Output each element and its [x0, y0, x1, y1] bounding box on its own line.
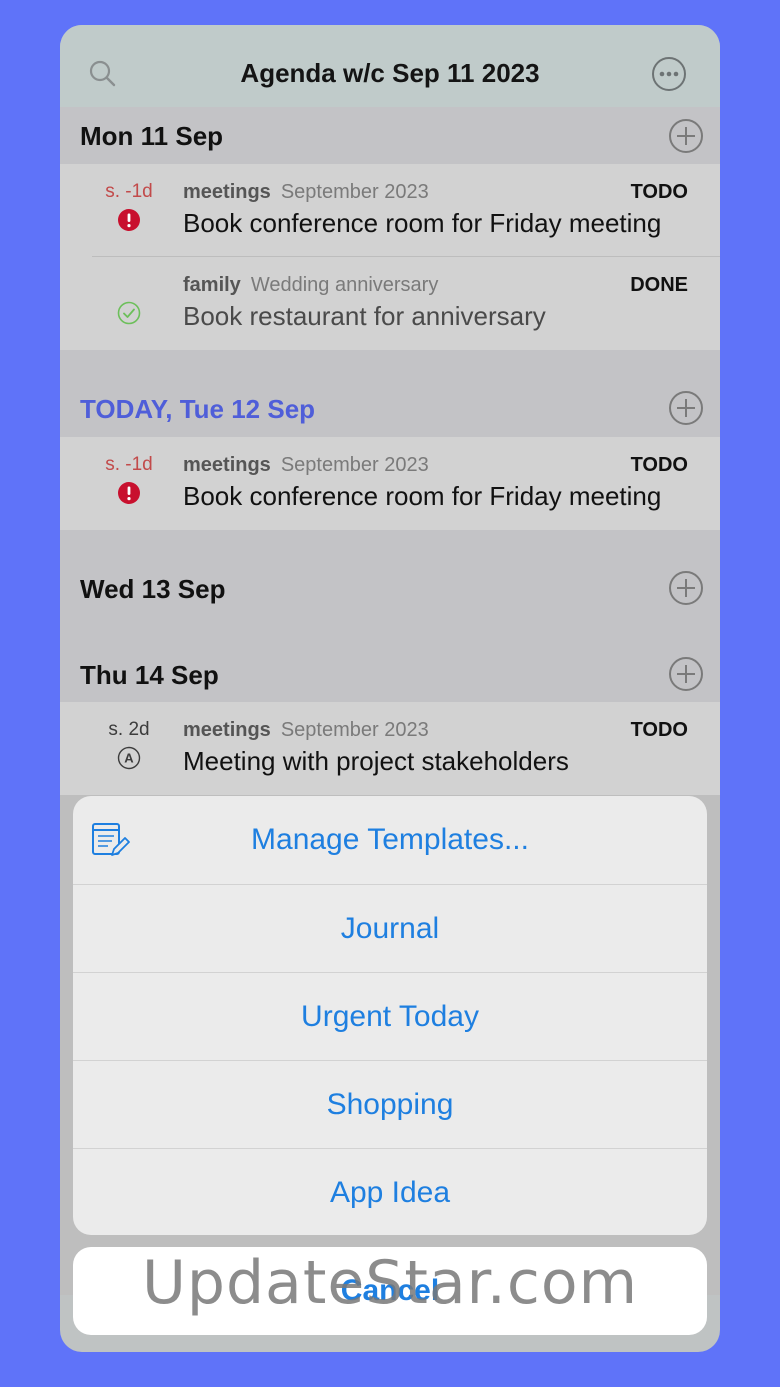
- item-tag: meetings: [183, 181, 271, 203]
- sheet-option-label: Manage Templates...: [251, 823, 529, 856]
- cancel-button[interactable]: Cancel: [73, 1247, 707, 1335]
- navigation-bar: Agenda w/c Sep 11 2023: [60, 25, 720, 107]
- section-header: Wed 13 Sep: [60, 530, 720, 616]
- section-label: Wed 13 Sep: [80, 574, 226, 604]
- add-icon[interactable]: [668, 656, 704, 692]
- sheet-option-label: Urgent Today: [301, 999, 479, 1033]
- status-badge[interactable]: TODO: [631, 718, 688, 742]
- template-edit-icon: [92, 823, 130, 856]
- sheet-option-label: Shopping: [326, 1087, 454, 1121]
- section-header: Thu 14 Sep: [60, 616, 720, 702]
- page-title: Agenda w/c Sep 11 2023: [240, 58, 540, 88]
- shopping-button[interactable]: Shopping: [73, 1060, 707, 1148]
- add-icon[interactable]: [668, 570, 704, 606]
- schedule-label: s. 2d: [108, 719, 150, 740]
- add-icon[interactable]: [668, 118, 704, 154]
- item-meta: meetings September 2023: [183, 453, 429, 477]
- item-title: Book restaurant for anniversary: [183, 301, 546, 331]
- item-context: September 2023: [280, 454, 429, 476]
- item-meta: family Wedding anniversary: [183, 273, 438, 297]
- schedule-label: s. -1d: [105, 454, 153, 475]
- item-tag: meetings: [183, 719, 271, 741]
- item-context: Wedding anniversary: [250, 274, 439, 296]
- section-header: Mon 11 Sep: [60, 107, 720, 164]
- item-meta: meetings September 2023: [183, 718, 429, 742]
- add-icon[interactable]: [668, 390, 704, 426]
- journal-button[interactable]: Journal: [73, 884, 707, 972]
- item-context: September 2023: [280, 719, 429, 741]
- section-label: Thu 14 Sep: [80, 660, 219, 690]
- status-badge[interactable]: TODO: [631, 453, 688, 477]
- priority-high-icon: [118, 482, 140, 504]
- section-label: TODAY, Tue 12 Sep: [80, 394, 316, 424]
- more-options-icon[interactable]: [651, 56, 687, 92]
- item-tag: family: [183, 274, 241, 296]
- list-item[interactable]: family Wedding anniversary DONE Book rest…: [60, 257, 720, 350]
- svg-text:A: A: [124, 751, 134, 766]
- item-context: September 2023: [280, 181, 429, 203]
- list-item[interactable]: s. 2d A meetings September 2023 TODO Meet…: [60, 702, 720, 795]
- section-label: Mon 11 Sep: [80, 121, 224, 151]
- item-meta: meetings September 2023: [183, 180, 429, 204]
- list-item[interactable]: s. -1d meetings September 2023 TODO Book …: [60, 164, 720, 257]
- done-check-icon: [117, 301, 141, 325]
- urgent-today-button[interactable]: Urgent Today: [73, 972, 707, 1060]
- status-badge[interactable]: DONE: [630, 273, 688, 297]
- app-window: Agenda w/c Sep 11 2023 Mon 11 Sep s. -1d: [60, 25, 720, 1352]
- priority-high-icon: [118, 209, 140, 231]
- list-item[interactable]: s. -1d meetings September 2023 TODO Book …: [60, 437, 720, 530]
- section-header: TODAY, Tue 12 Sep: [60, 350, 720, 437]
- action-sheet: Manage Templates... Journal Urgent Today…: [73, 796, 707, 1235]
- sheet-option-label: Journal: [340, 911, 440, 945]
- app-idea-button[interactable]: App Idea: [73, 1148, 707, 1235]
- item-title: Book conference room for Friday meeting: [183, 208, 662, 238]
- status-badge[interactable]: TODO: [631, 180, 688, 204]
- item-title: Meeting with project stakeholders: [183, 746, 569, 776]
- item-tag: meetings: [183, 454, 271, 476]
- manage-templates-button[interactable]: Manage Templates...: [73, 796, 707, 884]
- schedule-label: s. -1d: [105, 181, 153, 202]
- item-title: Book conference room for Friday meeting: [183, 481, 662, 511]
- sheet-option-label: App Idea: [329, 1175, 451, 1209]
- priority-a-icon: A: [117, 746, 141, 770]
